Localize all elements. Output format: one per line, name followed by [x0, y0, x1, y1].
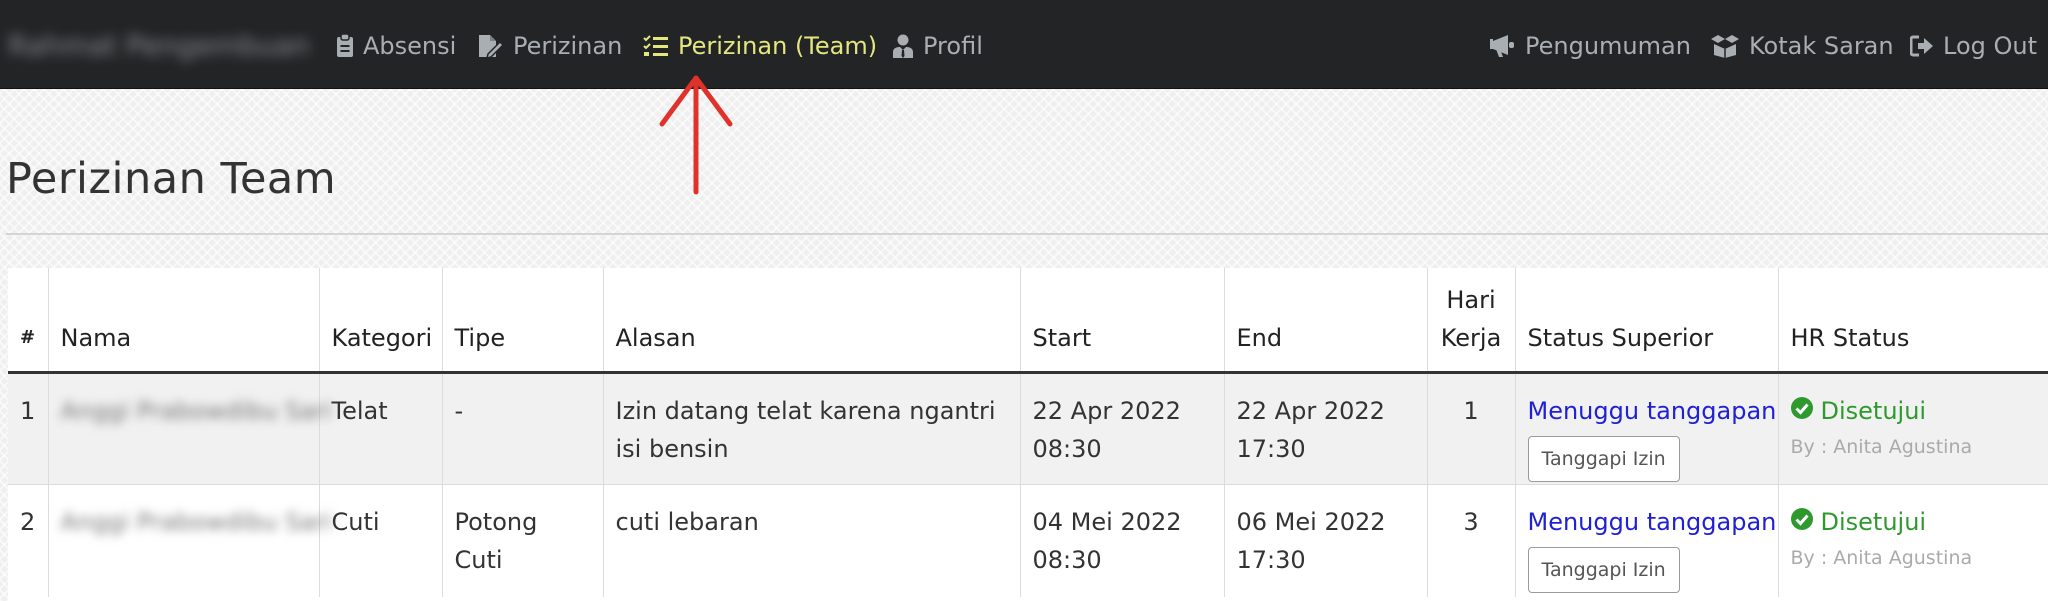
nav-absensi-label: Absensi — [363, 32, 457, 60]
tanggapi-izin-button[interactable]: Tanggapi Izin — [1527, 546, 1680, 593]
nav-log-out-label: Log Out — [1943, 32, 2038, 60]
user-tie-icon — [892, 34, 914, 58]
cell-kategori: Cuti — [319, 483, 443, 597]
check-circle-icon — [1790, 503, 1813, 541]
cell-hr-status: Disetujui By : Anita Agustina — [1778, 483, 2048, 597]
cell-nama: Anggi Prabowdibu Sari — [48, 483, 332, 597]
check-circle-icon — [1790, 392, 1813, 430]
cell-start: 22 Apr 2022 08:30 — [1020, 372, 1225, 484]
start-date: 22 Apr 2022 — [1032, 396, 1181, 425]
top-navbar: Rahmat Pengembuan Absensi Perizinan Peri… — [0, 0, 2048, 89]
nav-log-out[interactable]: Log Out — [1910, 26, 2037, 66]
nav-profil-label: Profil — [923, 32, 983, 60]
cell-end: 22 Apr 2022 17:30 — [1224, 372, 1428, 484]
cell-hari-kerja: 3 — [1427, 483, 1516, 597]
hr-approved-by: By : Anita Agustina — [1790, 546, 1973, 569]
nav-kotak-saran-label: Kotak Saran — [1749, 32, 1894, 60]
bullhorn-icon — [1490, 34, 1516, 58]
cell-nama: Anggi Prabowdibu Sari — [48, 372, 332, 484]
cell-start: 04 Mei 2022 08:30 — [1020, 483, 1225, 597]
annotation-arrow-icon — [659, 75, 733, 195]
end-date: 06 Mei 2022 — [1236, 507, 1386, 536]
hr-approved-by: By : Anita Agustina — [1790, 435, 1973, 458]
cell-number: 1 — [8, 372, 49, 484]
start-time: 08:30 — [1032, 545, 1102, 574]
end-date: 22 Apr 2022 — [1236, 396, 1385, 425]
cell-kategori: Telat — [319, 372, 443, 484]
col-header-tipe[interactable]: Tipe — [442, 268, 604, 374]
table-header-row: # Nama Kategori Tipe Alasan Start End Ha… — [8, 268, 2048, 374]
table-row: 1 Anggi Prabowdibu Sari Telat - Izin dat… — [8, 372, 2048, 484]
col-header-hari-kerja[interactable]: Hari Kerja — [1427, 268, 1516, 374]
cell-alasan: cuti lebaran — [603, 483, 1021, 597]
permission-table-container: # Nama Kategori Tipe Alasan Start End Ha… — [8, 268, 2048, 601]
employee-name: Anggi Prabowdibu Sari — [60, 507, 332, 536]
cell-status-superior: Menuggu tanggapan Tanggapi Izin — [1515, 483, 1779, 597]
clipboard-icon — [336, 34, 354, 58]
status-superior-link[interactable]: Menuggu tanggapan — [1528, 503, 1777, 541]
employee-name: Anggi Prabowdibu Sari — [60, 396, 332, 425]
col-header-nama[interactable]: Nama — [48, 268, 320, 374]
cell-tipe: - — [442, 372, 604, 484]
hr-status-label: Disetujui — [1820, 396, 1927, 425]
nav-perizinan-team-label: Perizinan (Team) — [678, 32, 878, 60]
nav-kotak-saran[interactable]: Kotak Saran — [1710, 26, 1894, 66]
title-divider — [6, 233, 2048, 235]
start-date: 04 Mei 2022 — [1032, 507, 1182, 536]
table-row: 2 Anggi Prabowdibu Sari Cuti Potong Cuti… — [8, 483, 2048, 597]
end-time: 17:30 — [1236, 545, 1306, 574]
nav-perizinan-team[interactable]: Perizinan (Team) — [643, 26, 877, 66]
tanggapi-izin-button[interactable]: Tanggapi Izin — [1527, 435, 1680, 482]
permission-table: # Nama Kategori Tipe Alasan Start End Ha… — [8, 268, 2048, 597]
page-title: Perizinan Team — [6, 154, 337, 204]
brand-name[interactable]: Rahmat Pengembuan — [8, 28, 310, 64]
sign-out-icon — [1910, 35, 1934, 57]
col-header-end[interactable]: End — [1224, 268, 1428, 374]
nav-absensi[interactable]: Absensi — [336, 26, 456, 66]
cell-end: 06 Mei 2022 17:30 — [1224, 483, 1428, 597]
col-header-hari-kerja-line1: Hari — [1446, 285, 1496, 314]
col-header-alasan[interactable]: Alasan — [603, 268, 1021, 374]
col-header-hari-kerja-line2: Kerja — [1440, 323, 1502, 352]
nav-profil[interactable]: Profil — [892, 26, 983, 66]
nav-perizinan[interactable]: Perizinan — [478, 26, 622, 66]
col-header-start[interactable]: Start — [1020, 268, 1225, 374]
cell-tipe: Potong Cuti — [442, 483, 604, 597]
cell-status-superior: Menuggu tanggapan Tanggapi Izin — [1515, 372, 1779, 484]
start-time: 08:30 — [1032, 434, 1102, 463]
nav-pengumuman[interactable]: Pengumuman — [1490, 26, 1691, 66]
status-superior-link[interactable]: Menuggu tanggapan — [1528, 392, 1777, 430]
col-header-kategori[interactable]: Kategori — [319, 268, 443, 374]
tasks-icon — [643, 35, 669, 57]
hr-status-label: Disetujui — [1820, 507, 1927, 536]
col-header-status-superior[interactable]: Status Superior — [1515, 268, 1779, 374]
end-time: 17:30 — [1236, 434, 1306, 463]
cell-hari-kerja: 1 — [1427, 372, 1516, 484]
col-header-number: # — [8, 268, 49, 374]
file-signature-icon — [478, 34, 504, 58]
cell-alasan: Izin datang telat karena ngantri isi ben… — [603, 372, 1021, 484]
hr-status-badge: Disetujui — [1790, 392, 2036, 430]
col-header-hr-status[interactable]: HR Status — [1778, 268, 2048, 374]
cell-number: 2 — [8, 483, 49, 597]
nav-perizinan-label: Perizinan — [513, 32, 623, 60]
cell-hr-status: Disetujui By : Anita Agustina — [1778, 372, 2048, 484]
hr-status-badge: Disetujui — [1790, 503, 2036, 541]
box-open-icon — [1710, 34, 1740, 58]
nav-pengumuman-label: Pengumuman — [1525, 32, 1691, 60]
